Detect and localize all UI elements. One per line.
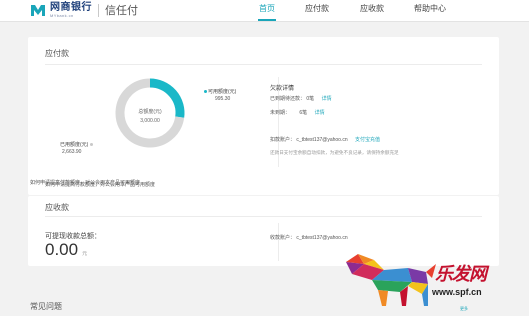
- amount-unit: 元: [82, 251, 88, 257]
- notdue-detail-link[interactable]: 详情: [315, 110, 325, 116]
- nav-payable[interactable]: 应付款: [302, 0, 332, 21]
- nav-home[interactable]: 首页: [256, 0, 278, 21]
- receivable-title: 应收款: [45, 203, 69, 212]
- watermark-text: 乐发网: [435, 264, 487, 285]
- deduct-label: 扣款账户：: [270, 137, 296, 143]
- deduct-note: 还款日支付宝余额自动扣款，为避免不良记录，请保持余额充足: [270, 150, 399, 155]
- debt-details-title: 欠款详情: [270, 86, 295, 92]
- bank-name: 网商银行: [50, 1, 92, 13]
- deduct-line: 扣款账户： c_tbtest137@yahoo.cn 支付宝充值: [270, 136, 380, 143]
- receive-account: c_tbtest137@yahoo.cn: [296, 235, 348, 241]
- faq-more-link[interactable]: 更多: [460, 306, 468, 312]
- receive-account-label: 收款账户：: [270, 235, 296, 241]
- logo-divider: [98, 3, 99, 17]
- product-name: 信任付: [105, 5, 138, 17]
- top-bar: 网商银行 MYbank.cn 信任付 首页 应付款 应收款 帮助中心: [0, 0, 529, 22]
- payable-card: 应付款 欠款详情 已到期待还款： 0笔 详情 未到期： 6笔 详情 扣款账户： …: [28, 37, 499, 195]
- faq-title: 常见问题: [30, 302, 62, 311]
- payable-title: 应付款: [45, 49, 69, 58]
- overdue-count: 0笔: [306, 96, 315, 102]
- receive-account-line: 收款账户： c_tbtest137@yahoo.cn: [270, 234, 348, 241]
- divider: [45, 216, 482, 217]
- overdue-label: 已到期待还款：: [270, 96, 306, 102]
- used-value: 2,663.90: [62, 149, 82, 155]
- used-legend-dot: [90, 143, 94, 146]
- watermark-url: www.spf.cn: [432, 287, 482, 297]
- donut-center-value: 3,000.00: [140, 118, 160, 124]
- bank-name-en: MYbank.cn: [50, 12, 74, 18]
- overdue-line: 已到期待还款： 0笔 详情: [270, 95, 332, 102]
- deduct-account: c_tbtest137@yahoo.cn: [296, 137, 348, 143]
- available-label-text: 可用额度(元): [208, 89, 237, 95]
- logo[interactable]: 网商银行 MYbank.cn 信任付: [30, 2, 138, 18]
- increase-quota-note[interactable]: 如何申请提高付款额度，对公会用本产品可用额度: [45, 181, 155, 188]
- vertical-divider: [278, 223, 279, 261]
- notdue-count: 6笔: [299, 110, 308, 116]
- notdue-label: 未到期：: [270, 110, 291, 116]
- alipay-topup-link[interactable]: 支付宝充值: [355, 137, 380, 143]
- amount-value: 0.00: [45, 240, 79, 259]
- used-label-text: 已用额度(元): [60, 142, 89, 148]
- available-legend-dot: [204, 90, 207, 93]
- used-label: 已用额度(元): [60, 141, 94, 148]
- overdue-detail-link[interactable]: 详情: [322, 96, 332, 102]
- mybank-logo-icon: [31, 5, 45, 16]
- notdue-line: 未到期： 6笔 详情: [270, 109, 325, 116]
- donut-center-label: 总额度(元): [138, 109, 162, 115]
- withdrawable-amount: 0.00 元: [45, 240, 87, 260]
- divider: [45, 64, 482, 65]
- nav-help[interactable]: 帮助中心: [410, 0, 450, 21]
- nav-receivable[interactable]: 应收款: [357, 0, 387, 21]
- available-value: 995.30: [215, 96, 231, 102]
- available-label: 可用额度(元): [204, 88, 236, 95]
- bull-watermark-icon: [346, 254, 436, 306]
